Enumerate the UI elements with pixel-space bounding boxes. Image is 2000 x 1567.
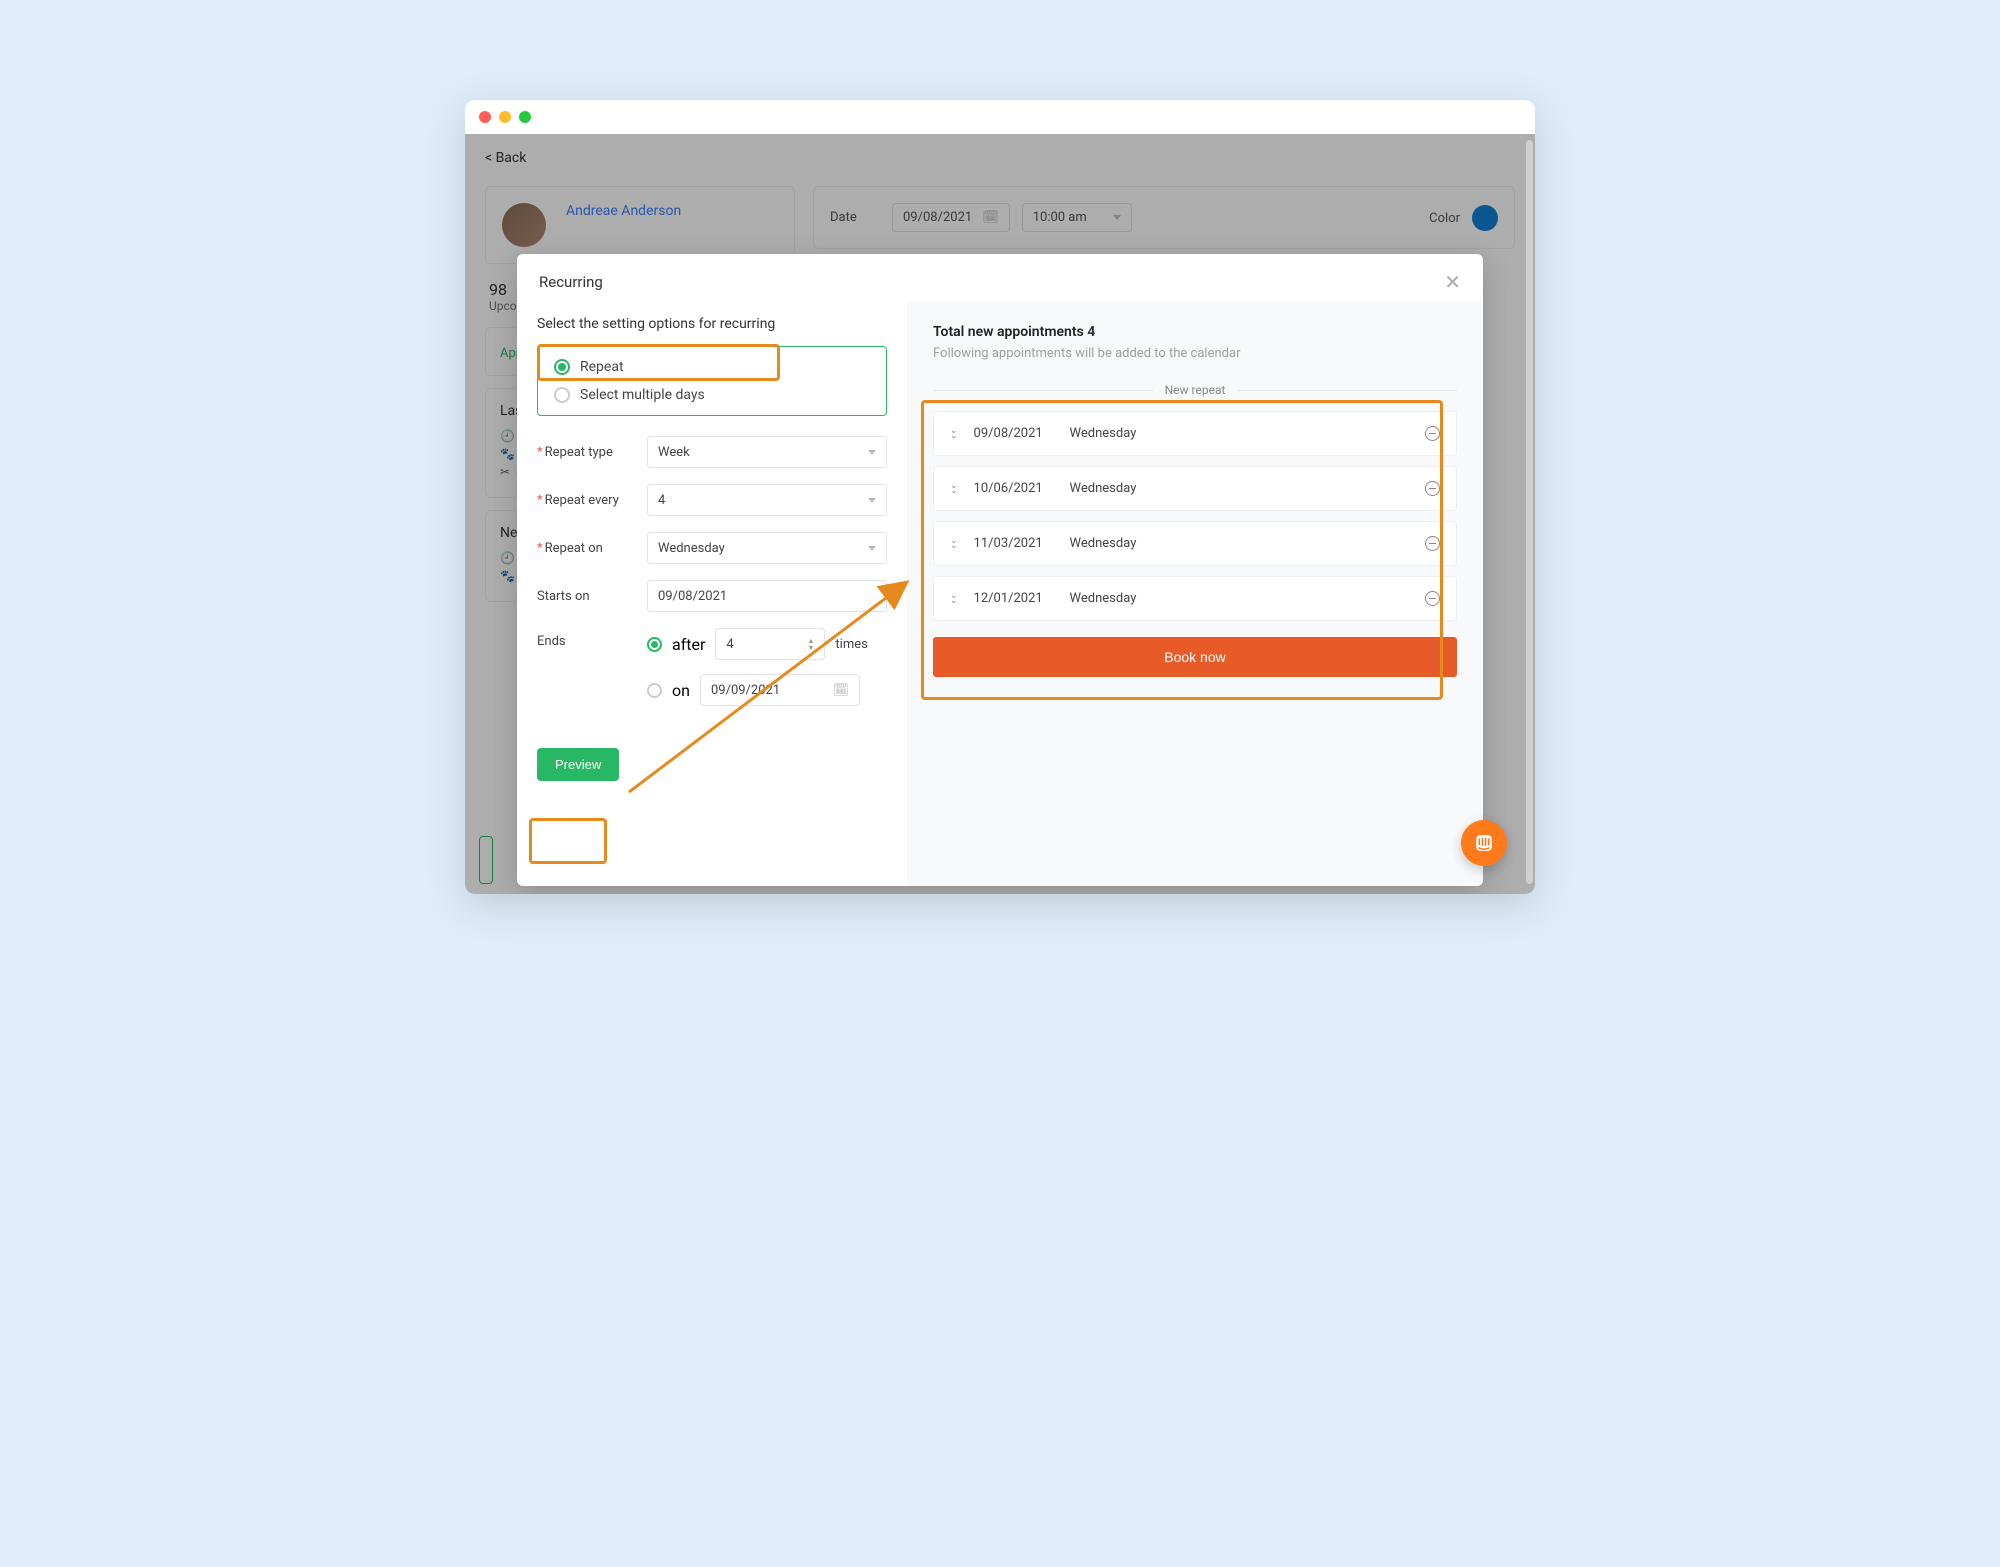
window-close-dot[interactable] <box>479 111 491 123</box>
calendar-icon: 🗓 <box>832 683 849 698</box>
repeat-option[interactable]: Repeat <box>554 359 870 375</box>
service-icon: ✂ <box>500 465 510 479</box>
chevron-down-icon <box>868 450 876 455</box>
appointment-row[interactable]: ⌄⌄ 09/08/2021 Wednesday <box>933 411 1457 456</box>
total-subtitle: Following appointments will be added to … <box>933 346 1457 361</box>
times-label: times <box>835 637 867 652</box>
ends-label: Ends <box>537 628 635 649</box>
starts-on-label: Starts on <box>537 589 635 604</box>
starts-on-input[interactable]: 09/08/2021 <box>647 580 887 612</box>
expand-down-icon[interactable]: ⌄⌄ <box>950 539 958 549</box>
chevron-down-icon <box>1113 215 1121 220</box>
date-label: Date <box>830 210 880 225</box>
modal-title: Recurring <box>539 273 603 291</box>
stepper-icon[interactable]: ▲▼ <box>807 638 814 651</box>
ends-after-radio[interactable] <box>647 637 662 652</box>
radio-unchecked-icon <box>554 387 570 403</box>
recurring-modal: Recurring ✕ Select the setting options f… <box>517 254 1483 886</box>
ends-on-date-input[interactable]: 09/09/2021 🗓 <box>700 674 860 706</box>
window-titlebar <box>465 100 1535 134</box>
calendar-icon: 🗓 <box>982 210 999 225</box>
multiple-days-option[interactable]: Select multiple days <box>554 387 870 403</box>
multiple-days-option-label: Select multiple days <box>580 387 705 403</box>
new-repeat-divider: New repeat <box>933 383 1457 397</box>
highlight-outline <box>479 836 493 884</box>
color-swatch[interactable] <box>1472 205 1498 231</box>
ends-on-radio[interactable] <box>647 683 662 698</box>
remove-icon[interactable] <box>1425 481 1440 496</box>
repeat-every-label: *Repeat every <box>537 493 635 508</box>
repeat-on-label: *Repeat on <box>537 541 635 556</box>
repeat-on-select[interactable]: Wednesday <box>647 532 887 564</box>
user-avatar <box>502 203 546 247</box>
remove-icon[interactable] <box>1425 426 1440 441</box>
annotation-highlight <box>529 818 607 864</box>
appointment-row[interactable]: ⌄⌄ 12/01/2021 Wednesday <box>933 576 1457 621</box>
time-input[interactable]: 10:00 am <box>1022 203 1132 232</box>
user-name[interactable]: Andreae Anderson <box>566 203 681 219</box>
instruction-text: Select the setting options for recurring <box>537 316 887 332</box>
window-min-dot[interactable] <box>499 111 511 123</box>
mode-radio-group: Repeat Select multiple days <box>537 346 887 416</box>
chevron-down-icon <box>868 546 876 551</box>
repeat-option-label: Repeat <box>580 359 624 375</box>
remove-icon[interactable] <box>1425 536 1440 551</box>
modal-right-panel: Total new appointments 4 Following appoi… <box>907 302 1483 886</box>
app-window: < Back Andreae Anderson <box>465 100 1535 894</box>
chat-icon <box>1473 832 1495 854</box>
chevron-down-icon <box>868 498 876 503</box>
scrollbar[interactable] <box>1525 138 1533 886</box>
ends-on-label: on <box>672 681 690 700</box>
repeat-type-label: *Repeat type <box>537 445 635 460</box>
appointment-list: ⌄⌄ 09/08/2021 Wednesday ⌄⌄ <box>933 411 1457 621</box>
back-link[interactable]: < Back <box>485 150 1515 166</box>
repeat-every-select[interactable]: 4 <box>647 484 887 516</box>
date-input[interactable]: 09/08/2021 🗓 <box>892 203 1010 232</box>
color-label: Color <box>1429 211 1460 226</box>
ends-times-input[interactable]: 4 ▲▼ <box>715 628 825 660</box>
expand-down-icon[interactable]: ⌄⌄ <box>950 594 958 604</box>
repeat-type-select[interactable]: Week <box>647 436 887 468</box>
book-now-button[interactable]: Book now <box>933 637 1457 677</box>
remove-icon[interactable] <box>1425 591 1440 606</box>
pet-icon: 🐾 <box>500 569 515 583</box>
appointment-row[interactable]: ⌄⌄ 10/06/2021 Wednesday <box>933 466 1457 511</box>
clock-icon: 🕘 <box>500 429 515 443</box>
ends-after-label: after <box>672 635 705 654</box>
window-max-dot[interactable] <box>519 111 531 123</box>
appointment-row[interactable]: ⌄⌄ 11/03/2021 Wednesday <box>933 521 1457 566</box>
pet-icon: 🐾 <box>500 447 515 461</box>
clock-icon: 🕘 <box>500 551 515 565</box>
close-icon[interactable]: ✕ <box>1444 270 1461 294</box>
intercom-launcher[interactable] <box>1461 820 1507 866</box>
preview-button[interactable]: Preview <box>537 748 619 781</box>
modal-left-panel: Select the setting options for recurring… <box>517 302 907 886</box>
expand-down-icon[interactable]: ⌄⌄ <box>950 484 958 494</box>
radio-checked-icon <box>554 359 570 375</box>
total-appointments-title: Total new appointments 4 <box>933 324 1457 340</box>
expand-down-icon[interactable]: ⌄⌄ <box>950 429 958 439</box>
